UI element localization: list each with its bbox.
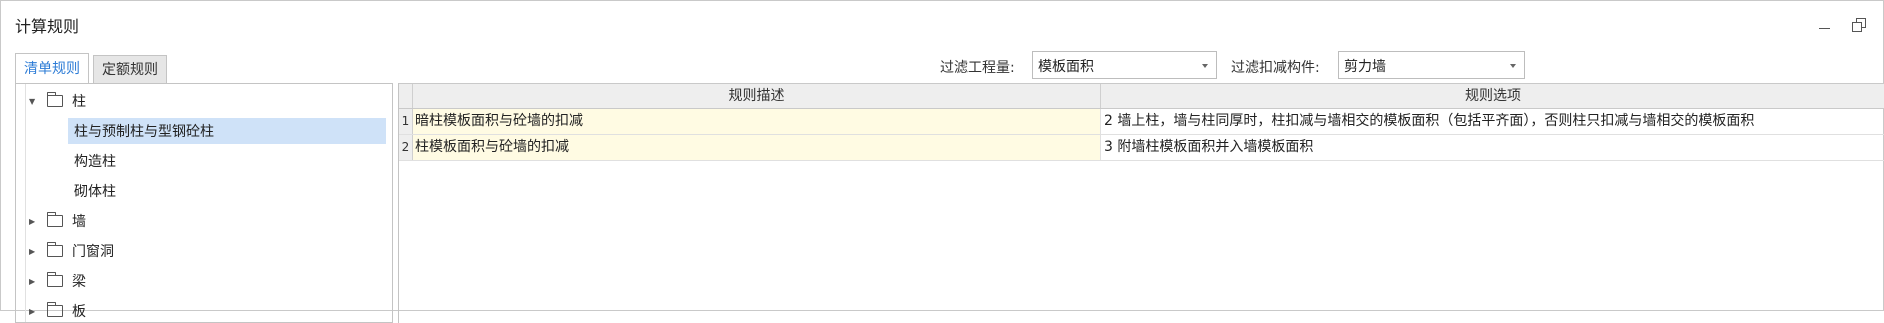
filter-component-value: 剪力墙 — [1344, 59, 1386, 75]
filter-component-label: 过滤扣减构件: — [1231, 60, 1320, 76]
filter-quantity-label: 过滤工程量: — [940, 60, 1015, 76]
tree-item-column-precast-steel[interactable]: 柱与预制柱与型钢砼柱 — [68, 118, 386, 144]
collapsed-caret-icon[interactable]: ▶ — [29, 217, 41, 226]
tree-item-construction-column[interactable]: 构造柱 — [68, 148, 386, 174]
row-number-header — [399, 84, 413, 108]
table-row[interactable]: 2 柱模板面积与砼墙的扣减 3 附墙柱模板面积并入墙模板面积 — [399, 135, 1884, 161]
tree-group-label: 门窗洞 — [72, 244, 114, 260]
folder-icon — [47, 92, 63, 107]
tree-group-wall[interactable]: ▶ 墙 — [29, 208, 86, 234]
rule-description: 暗柱模板面积与砼墙的扣减 — [413, 109, 1101, 134]
tree-group-beam[interactable]: ▶ 梁 — [29, 268, 86, 294]
tree-group-door-window[interactable]: ▶ 门窗洞 — [29, 238, 114, 264]
tree-scrollbar[interactable] — [16, 84, 26, 322]
folder-icon — [47, 242, 63, 257]
window-title: 计算规则 — [15, 17, 80, 36]
restore-icon[interactable] — [1847, 13, 1869, 35]
header-option: 规则选项 — [1465, 88, 1521, 104]
collapsed-caret-icon[interactable]: ▶ — [29, 307, 41, 316]
tree-item-masonry-column[interactable]: 砌体柱 — [68, 178, 386, 204]
tree-group-label: 墙 — [72, 214, 86, 230]
component-tree: ▼ 柱 柱与预制柱与型钢砼柱 构造柱 砌体柱 ▶ 墙 ▶ 门窗洞 ▶ 梁 ▶ 板 — [15, 83, 393, 323]
collapsed-caret-icon[interactable]: ▶ — [29, 247, 41, 256]
rule-option[interactable]: 2 墙上柱，墙与柱同厚时，柱扣减与墙相交的模板面积（包括平齐面），否则柱只扣减与… — [1101, 109, 1884, 134]
filter-quantity-select[interactable]: 模板面积 — [1032, 51, 1217, 79]
rule-option[interactable]: 3 附墙柱模板面积并入墙模板面积 — [1101, 135, 1884, 160]
tree-group-column[interactable]: ▼ 柱 — [29, 88, 86, 114]
row-number: 1 — [399, 109, 413, 134]
tab-quota-rules[interactable]: 定额规则 — [93, 55, 167, 83]
tree-group-label: 柱 — [72, 94, 86, 110]
tab-list-rules[interactable]: 清单规则 — [15, 53, 89, 83]
rule-tabs: 清单规则 定额规则 — [15, 53, 171, 83]
tree-group-label: 梁 — [72, 274, 86, 290]
rules-grid: 规则描述 规则选项 1 暗柱模板面积与砼墙的扣减 2 墙上柱，墙与柱同厚时，柱扣… — [398, 83, 1884, 323]
grid-header: 规则描述 规则选项 — [399, 83, 1884, 109]
header-description: 规则描述 — [413, 84, 1101, 108]
rule-description: 柱模板面积与砼墙的扣减 — [413, 135, 1101, 160]
folder-icon — [47, 272, 63, 287]
minimize-icon[interactable] — [1813, 13, 1835, 35]
table-row[interactable]: 1 暗柱模板面积与砼墙的扣减 2 墙上柱，墙与柱同厚时，柱扣减与墙相交的模板面积… — [399, 109, 1884, 135]
chevron-down-icon — [1202, 64, 1208, 68]
filter-quantity-value: 模板面积 — [1038, 59, 1094, 75]
chevron-down-icon — [1510, 64, 1516, 68]
folder-icon — [47, 302, 63, 317]
collapsed-caret-icon[interactable]: ▶ — [29, 277, 41, 286]
filter-component-select[interactable]: 剪力墙 — [1338, 51, 1525, 79]
folder-icon — [47, 212, 63, 227]
expanded-caret-icon[interactable]: ▼ — [29, 97, 41, 106]
row-number: 2 — [399, 135, 413, 160]
tree-group-label: 板 — [72, 304, 86, 320]
